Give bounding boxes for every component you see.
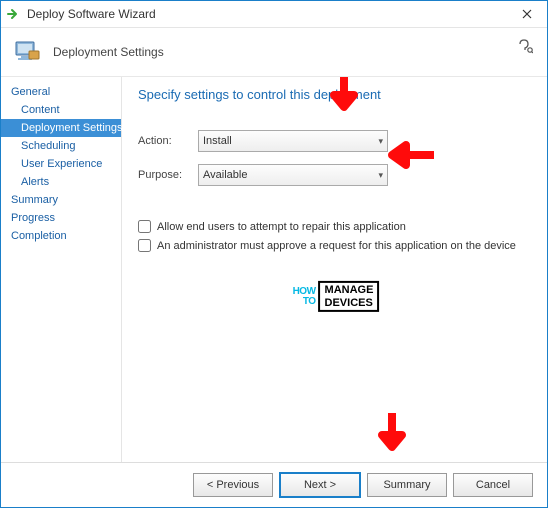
wizard-header: Deployment Settings (1, 28, 547, 77)
next-button[interactable]: Next > (279, 472, 361, 498)
action-value: Install (203, 135, 232, 147)
repair-check-label: Allow end users to attempt to repair thi… (157, 221, 406, 233)
watermark-logo: HOW TO MANAGE DEVICES (290, 281, 380, 311)
action-row: Action: Install ▾ (138, 130, 531, 152)
approve-checkbox[interactable] (138, 239, 151, 252)
sidebar-item-alerts[interactable]: Alerts (1, 173, 121, 191)
previous-button[interactable]: < Previous (193, 473, 273, 497)
action-label: Action: (138, 135, 198, 147)
wizard-window: Deploy Software Wizard Deployment Settin… (0, 0, 548, 508)
page-heading: Specify settings to control this deploym… (138, 87, 531, 102)
watermark-text: HOW (293, 286, 316, 296)
approve-check-row: An administrator must approve a request … (138, 239, 531, 252)
sidebar-item-deployment-settings[interactable]: Deployment Settings (1, 119, 121, 137)
close-button[interactable] (507, 1, 547, 27)
computer-deploy-icon (11, 36, 43, 68)
sidebar-item-user-experience[interactable]: User Experience (1, 155, 121, 173)
narrator-icon[interactable] (517, 38, 533, 57)
chevron-down-icon: ▾ (378, 136, 383, 147)
window-title: Deploy Software Wizard (27, 7, 156, 21)
app-arrow-icon (7, 7, 21, 21)
purpose-select[interactable]: Available ▾ (198, 164, 388, 186)
sidebar-item-scheduling[interactable]: Scheduling (1, 137, 121, 155)
purpose-label: Purpose: (138, 169, 198, 181)
repair-check-row: Allow end users to attempt to repair thi… (138, 220, 531, 233)
wizard-content: Specify settings to control this deploym… (122, 77, 547, 462)
repair-checkbox[interactable] (138, 220, 151, 233)
sidebar-item-general[interactable]: General (1, 83, 121, 101)
watermark-text: MANAGE (325, 284, 374, 296)
sidebar-item-content[interactable]: Content (1, 101, 121, 119)
watermark-text: TO (303, 296, 316, 306)
sidebar-item-progress[interactable]: Progress (1, 209, 121, 227)
chevron-down-icon: ▾ (378, 170, 383, 181)
purpose-value: Available (203, 169, 247, 181)
watermark-text: DEVICES (325, 296, 374, 308)
wizard-sidebar: GeneralContentDeployment SettingsSchedul… (1, 77, 122, 462)
approve-check-label: An administrator must approve a request … (157, 240, 516, 252)
wizard-footer: < Previous Next > Summary Cancel (1, 462, 547, 507)
sidebar-item-summary[interactable]: Summary (1, 191, 121, 209)
action-select[interactable]: Install ▾ (198, 130, 388, 152)
header-title: Deployment Settings (53, 45, 164, 59)
sidebar-item-completion[interactable]: Completion (1, 227, 121, 245)
cancel-button[interactable]: Cancel (453, 473, 533, 497)
titlebar: Deploy Software Wizard (1, 1, 547, 28)
purpose-row: Purpose: Available ▾ (138, 164, 531, 186)
wizard-body: GeneralContentDeployment SettingsSchedul… (1, 77, 547, 462)
summary-button[interactable]: Summary (367, 473, 447, 497)
